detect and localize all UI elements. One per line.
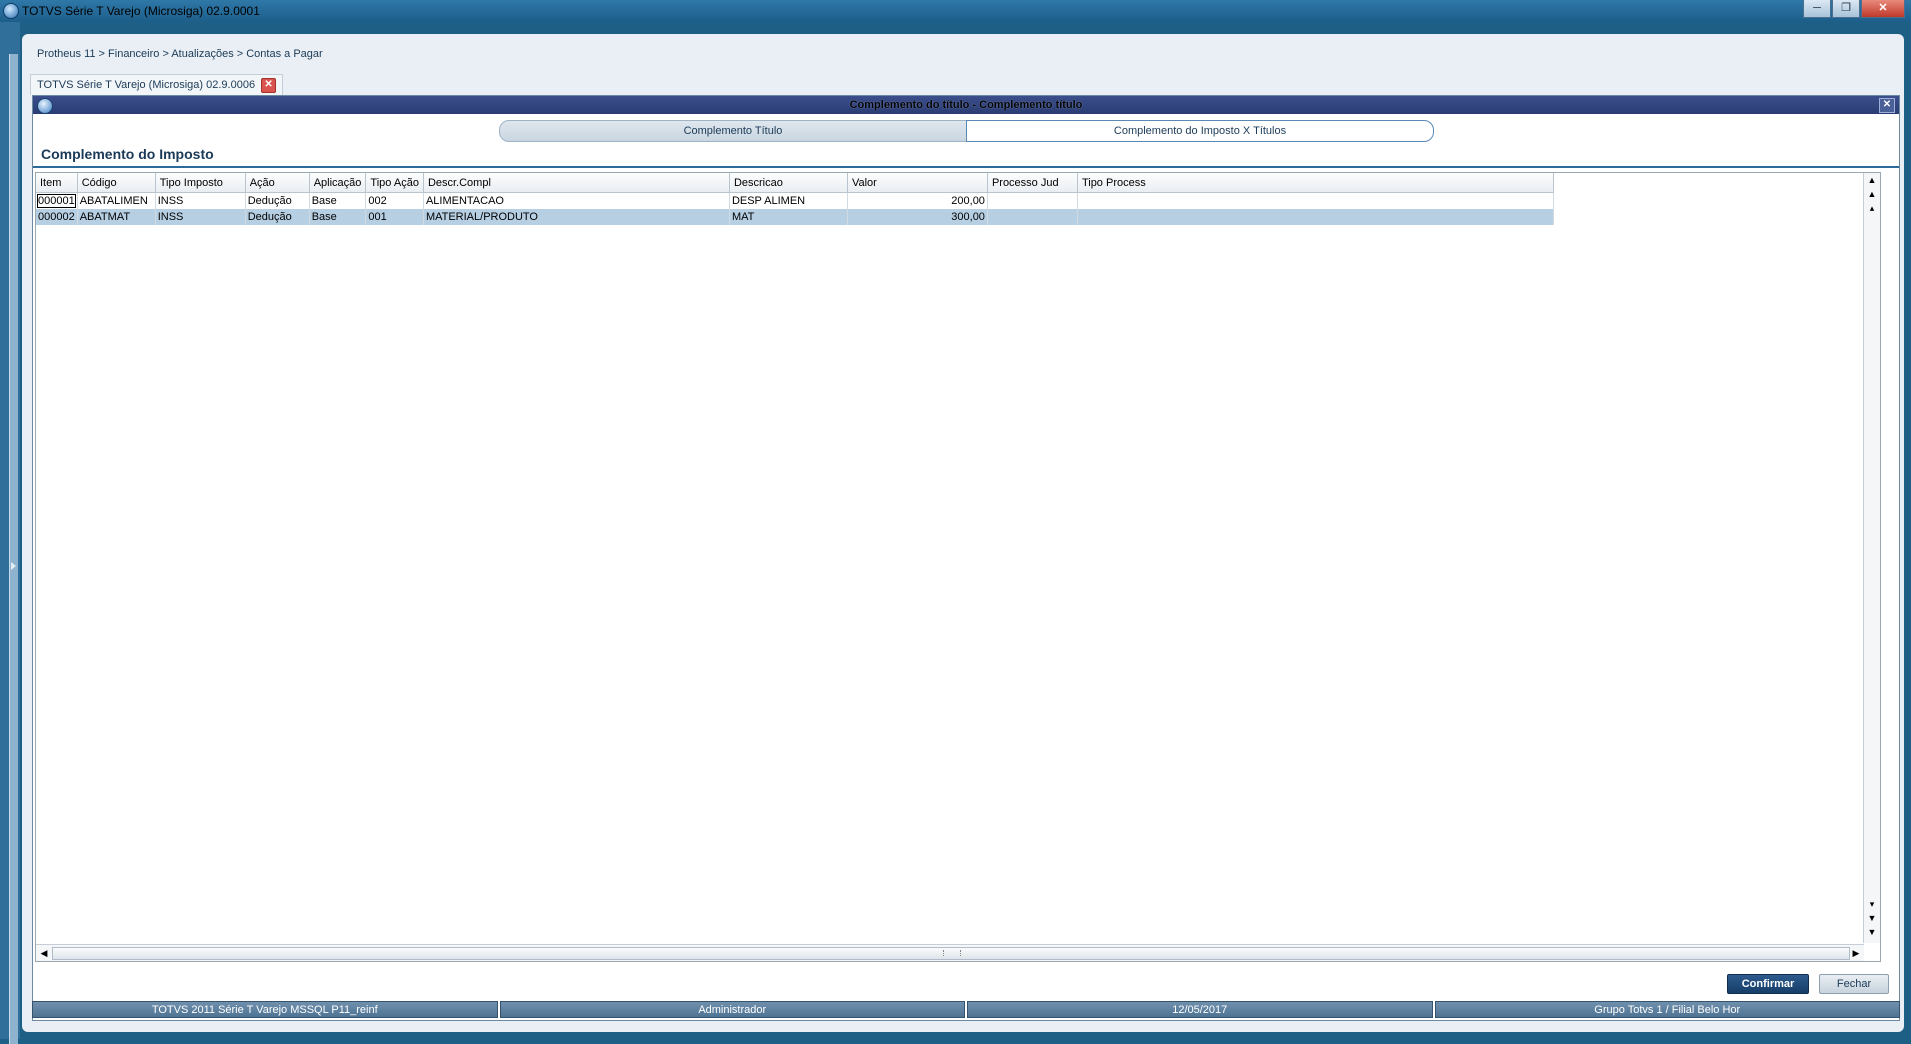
cell-descr-compl[interactable]: MATERIAL/PRODUTO [423, 209, 730, 225]
cell-tipo-acao[interactable]: 002 [365, 192, 424, 209]
dialog-close-icon[interactable]: ✕ [1879, 98, 1895, 113]
col-header-valor[interactable]: Valor [847, 173, 988, 193]
col-header-tipo-acao[interactable]: Tipo Ação [365, 173, 424, 193]
breadcrumb[interactable]: Protheus 11 > Financeiro > Atualizações … [37, 48, 323, 60]
grid-horizontal-scrollbar[interactable]: ◀ ▶ [36, 944, 1864, 961]
scroll-top-icon[interactable]: ▲ [1865, 173, 1879, 187]
scroll-bottom-icon[interactable]: ▼ [1865, 925, 1879, 939]
col-header-codigo[interactable]: Código [77, 173, 156, 193]
scroll-page-up-icon[interactable]: ▲ [1865, 187, 1879, 201]
status-user: Administrador [499, 1001, 965, 1018]
grip-icon [943, 950, 961, 956]
app-tab-strip: TOTVS Série T Varejo (Microsiga) 02.9.00… [30, 74, 1896, 95]
imposto-grid[interactable]: Item Código Tipo Imposto Ação Aplicação … [35, 172, 1881, 962]
cell-descricao[interactable]: DESP ALIMEN [729, 192, 848, 209]
table-row[interactable]: 000002 ABATMAT INSS Dedução Base 001 MAT… [36, 209, 1554, 225]
scroll-page-down-icon[interactable]: ▼ [1865, 911, 1879, 925]
cell-tipo-imposto[interactable]: INSS [155, 209, 246, 225]
col-header-descricao[interactable]: Descricao [729, 173, 848, 193]
cell-tipo-process[interactable] [1077, 209, 1554, 225]
col-header-processo-jud[interactable]: Processo Jud [987, 173, 1078, 193]
section-divider [33, 166, 1899, 168]
cell-aplicacao[interactable]: Base [309, 192, 367, 209]
dialog-title: Complemento do título - Complemento títu… [849, 99, 1083, 111]
panel-splitter[interactable] [9, 54, 18, 1044]
expand-arrow-icon[interactable] [11, 562, 16, 570]
status-bar: TOTVS 2011 Série T Varejo MSSQL P11_rein… [32, 1001, 1900, 1018]
section-title: Complemento do Imposto [41, 146, 214, 162]
restore-button[interactable]: ❐ [1832, 0, 1860, 18]
col-header-tipo-process[interactable]: Tipo Process [1077, 173, 1554, 193]
scroll-up-icon[interactable]: ▴ [1865, 201, 1879, 215]
cell-valor[interactable]: 200,00 [847, 192, 988, 209]
cell-codigo[interactable]: ABATMAT [77, 209, 156, 225]
minimize-button[interactable]: ─ [1803, 0, 1831, 18]
tab-complemento-titulo[interactable]: Complemento Título [499, 120, 967, 142]
cell-descricao[interactable]: MAT [729, 209, 848, 225]
complemento-dialog: Complemento do título - Complemento títu… [32, 95, 1900, 1021]
cell-valor[interactable]: 300,00 [847, 209, 988, 225]
cell-tipo-acao[interactable]: 001 [365, 209, 424, 225]
cell-item[interactable]: 000002 [36, 209, 78, 225]
grid-header-row: Item Código Tipo Imposto Ação Aplicação … [36, 173, 1554, 193]
col-header-descr-compl[interactable]: Descr.Compl [423, 173, 730, 193]
confirm-button[interactable]: Confirmar [1727, 974, 1809, 994]
window-controls: ─ ❐ ✕ [1803, 0, 1905, 18]
window-titlebar: TOTVS Série T Varejo (Microsiga) 02.9.00… [0, 0, 1911, 22]
cell-acao[interactable]: Dedução [245, 192, 310, 209]
cell-item[interactable]: 000001 [36, 192, 78, 209]
cell-tipo-process[interactable] [1077, 192, 1554, 209]
app-logo-icon [3, 3, 19, 19]
tab-complemento-imposto[interactable]: Complemento do Imposto X Títulos [966, 120, 1434, 142]
grid-table: Item Código Tipo Imposto Ação Aplicação … [36, 173, 1554, 225]
cell-aplicacao[interactable]: Base [309, 209, 367, 225]
col-header-tipo-imposto[interactable]: Tipo Imposto [155, 173, 246, 193]
cell-processo-jud[interactable] [987, 209, 1078, 225]
cell-codigo[interactable]: ABATALIMEN [77, 192, 156, 209]
scroll-down-icon[interactable]: ▾ [1865, 897, 1879, 911]
dialog-logo-icon [37, 98, 53, 114]
grid-vertical-scrollbar[interactable]: ▲ ▲ ▴ ▾ ▼ ▼ [1863, 173, 1880, 943]
col-header-acao[interactable]: Ação [245, 173, 310, 193]
status-environment: TOTVS 2011 Série T Varejo MSSQL P11_rein… [32, 1001, 498, 1018]
table-row[interactable]: 000001 ABATALIMEN INSS Dedução Base 002 … [36, 192, 1554, 209]
close-button[interactable]: Fechar [1819, 974, 1889, 994]
scroll-left-icon[interactable]: ◀ [37, 946, 51, 960]
app-tab-label: TOTVS Série T Varejo (Microsiga) 02.9.00… [37, 78, 256, 91]
col-header-item[interactable]: Item [36, 173, 78, 193]
left-panel-strip [0, 22, 20, 1044]
status-date: 12/05/2017 [967, 1001, 1433, 1018]
cell-acao[interactable]: Dedução [245, 209, 310, 225]
scroll-right-icon[interactable]: ▶ [1849, 946, 1863, 960]
cell-tipo-imposto[interactable]: INSS [155, 192, 246, 209]
window-title: TOTVS Série T Varejo (Microsiga) 02.9.00… [22, 4, 260, 18]
horizontal-scroll-thumb[interactable] [52, 947, 1850, 960]
close-tab-icon[interactable]: ✕ [261, 77, 277, 93]
cell-descr-compl[interactable]: ALIMENTACAO [423, 192, 730, 209]
cell-processo-jud[interactable] [987, 192, 1078, 209]
app-tab[interactable]: TOTVS Série T Varejo (Microsiga) 02.9.00… [30, 74, 284, 95]
folder-tabs: Complemento Título Complemento do Impost… [499, 120, 1434, 142]
dialog-titlebar: Complemento do título - Complemento títu… [33, 96, 1899, 114]
col-header-aplicacao[interactable]: Aplicação [309, 173, 367, 193]
close-window-button[interactable]: ✕ [1861, 0, 1905, 18]
status-branch: Grupo Totvs 1 / Filial Belo Hor [1434, 1001, 1900, 1018]
